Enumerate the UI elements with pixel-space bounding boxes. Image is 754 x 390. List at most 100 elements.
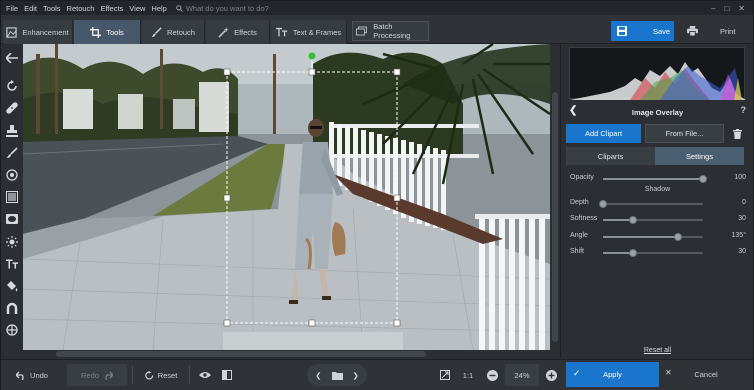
help-icon[interactable]: ? (741, 105, 747, 115)
compare-button[interactable] (218, 364, 236, 386)
light-tool[interactable] (4, 234, 20, 250)
resize-handle-tl[interactable] (223, 68, 231, 76)
shift-slider[interactable] (603, 249, 703, 257)
resize-handle-tc[interactable] (308, 68, 316, 76)
divider (132, 366, 133, 384)
depth-slider[interactable] (599, 200, 703, 208)
radial-tool[interactable] (4, 167, 20, 183)
resize-handle-mr[interactable] (393, 194, 401, 202)
reset-button[interactable]: Reset (139, 364, 183, 386)
back-arrow-tool[interactable] (4, 50, 20, 66)
text-tool[interactable] (4, 256, 20, 272)
minimize-icon[interactable]: – (711, 4, 715, 13)
brush-tool[interactable] (4, 145, 20, 161)
close-icon: ✕ (665, 368, 672, 377)
tab-retouch[interactable]: Retouch (142, 20, 205, 44)
horizontal-scrollbar[interactable] (23, 350, 560, 358)
stamp-tool[interactable] (4, 123, 20, 139)
text-icon (275, 27, 287, 37)
zoom-out-icon (486, 369, 498, 381)
rotate-tool[interactable] (4, 78, 20, 94)
slider-knob[interactable] (629, 249, 637, 257)
resize-handle-ml[interactable] (223, 194, 231, 202)
tab-cliparts[interactable]: Cliparts (566, 147, 655, 165)
shift-slider-row: Shift 30 (570, 247, 746, 259)
save-button[interactable]: Save (611, 21, 674, 41)
opacity-slider[interactable] (603, 175, 707, 183)
menu-retouch[interactable]: Retouch (64, 4, 98, 13)
menu-edit[interactable]: Edit (21, 4, 40, 13)
depth-value: 0 (742, 199, 746, 206)
menu-help[interactable]: Help (148, 4, 169, 13)
fit-to-screen-button[interactable] (435, 364, 455, 386)
reset-icon (144, 370, 153, 379)
scroll-thumb[interactable] (56, 351, 426, 357)
from-file-button[interactable]: From File... (645, 124, 724, 143)
right-panel: ❮ Image Overlay ? Add Clipart From File.… (560, 44, 753, 358)
angle-slider[interactable] (603, 233, 703, 241)
rotate-handle[interactable] (308, 52, 316, 60)
reset-all-link[interactable]: Reset all (561, 347, 754, 354)
delete-button[interactable] (727, 124, 747, 143)
tab-label: Enhancement (22, 27, 69, 37)
apply-button[interactable]: ✓ Apply (566, 362, 659, 387)
vertical-scrollbar[interactable] (550, 44, 560, 350)
tab-effects[interactable]: Effects (206, 20, 270, 44)
maximize-icon[interactable]: □ (724, 4, 729, 13)
depth-slider-row: Depth 0 (570, 198, 746, 210)
actual-size-button[interactable]: 1:1 (458, 364, 478, 386)
angle-slider-row: Angle 135° (570, 231, 746, 243)
paint-bucket-icon (7, 281, 18, 292)
rotate-icon (7, 80, 17, 91)
resize-handle-tr[interactable] (393, 68, 401, 76)
healing-tool[interactable] (4, 100, 20, 116)
redo-button[interactable]: Redo (67, 364, 127, 386)
angle-value: 135° (731, 232, 746, 239)
target-tool[interactable] (4, 322, 20, 338)
tab-text-frames[interactable]: Text & Frames (271, 20, 347, 44)
zoom-out-button[interactable] (482, 364, 502, 386)
softness-slider[interactable] (603, 216, 703, 224)
scroll-thumb[interactable] (552, 92, 558, 342)
folder-icon[interactable] (331, 371, 343, 380)
print-button[interactable]: Print (681, 21, 747, 41)
menu-search[interactable]: What do you want to do? (176, 4, 269, 13)
angle-label: Angle (570, 232, 588, 239)
slider-knob[interactable] (599, 200, 607, 208)
batch-processing-button[interactable]: Batch Processing (352, 21, 429, 41)
resize-handle-bc[interactable] (308, 319, 316, 327)
fill-tool[interactable] (4, 278, 20, 294)
tab-enhancement[interactable]: Enhancement (3, 20, 73, 44)
magnet-icon (6, 302, 18, 314)
cancel-button[interactable]: ✕ Cancel (661, 362, 751, 387)
menu-view[interactable]: View (126, 4, 148, 13)
batch-label: Batch Processing (373, 22, 411, 40)
tab-settings[interactable]: Settings (655, 147, 744, 165)
tab-tools[interactable]: Tools (74, 20, 141, 44)
add-clipart-button[interactable]: Add Clipart (566, 124, 641, 143)
close-icon[interactable]: ✕ (738, 4, 745, 13)
undo-button[interactable]: Undo (7, 364, 57, 386)
menu-file[interactable]: File (1, 4, 21, 13)
resize-handle-bl[interactable] (223, 319, 231, 327)
menu-tools[interactable]: Tools (40, 4, 64, 13)
vignette-tool[interactable] (4, 211, 20, 227)
save-label: Save (653, 26, 671, 36)
zoom-in-button[interactable] (541, 364, 561, 386)
gradient-tool[interactable] (4, 189, 20, 205)
back-chevron-icon[interactable]: ❮ (569, 105, 577, 116)
magnet-tool[interactable] (4, 300, 20, 316)
preview-toggle[interactable] (195, 364, 215, 386)
image-canvas[interactable] (23, 44, 550, 350)
prev-chevron-icon[interactable]: ❮ (315, 371, 321, 380)
slider-knob[interactable] (674, 233, 682, 241)
resize-handle-br[interactable] (393, 319, 401, 327)
zoom-in-icon (545, 369, 557, 381)
tab-label: Tools (106, 27, 124, 37)
menu-effects[interactable]: Effects (97, 4, 126, 13)
slider-knob[interactable] (699, 175, 707, 183)
zoom-level-field[interactable]: 24% (505, 364, 539, 386)
slider-knob[interactable] (629, 216, 637, 224)
next-chevron-icon[interactable]: ❯ (353, 371, 359, 380)
enhancement-icon (6, 26, 17, 38)
